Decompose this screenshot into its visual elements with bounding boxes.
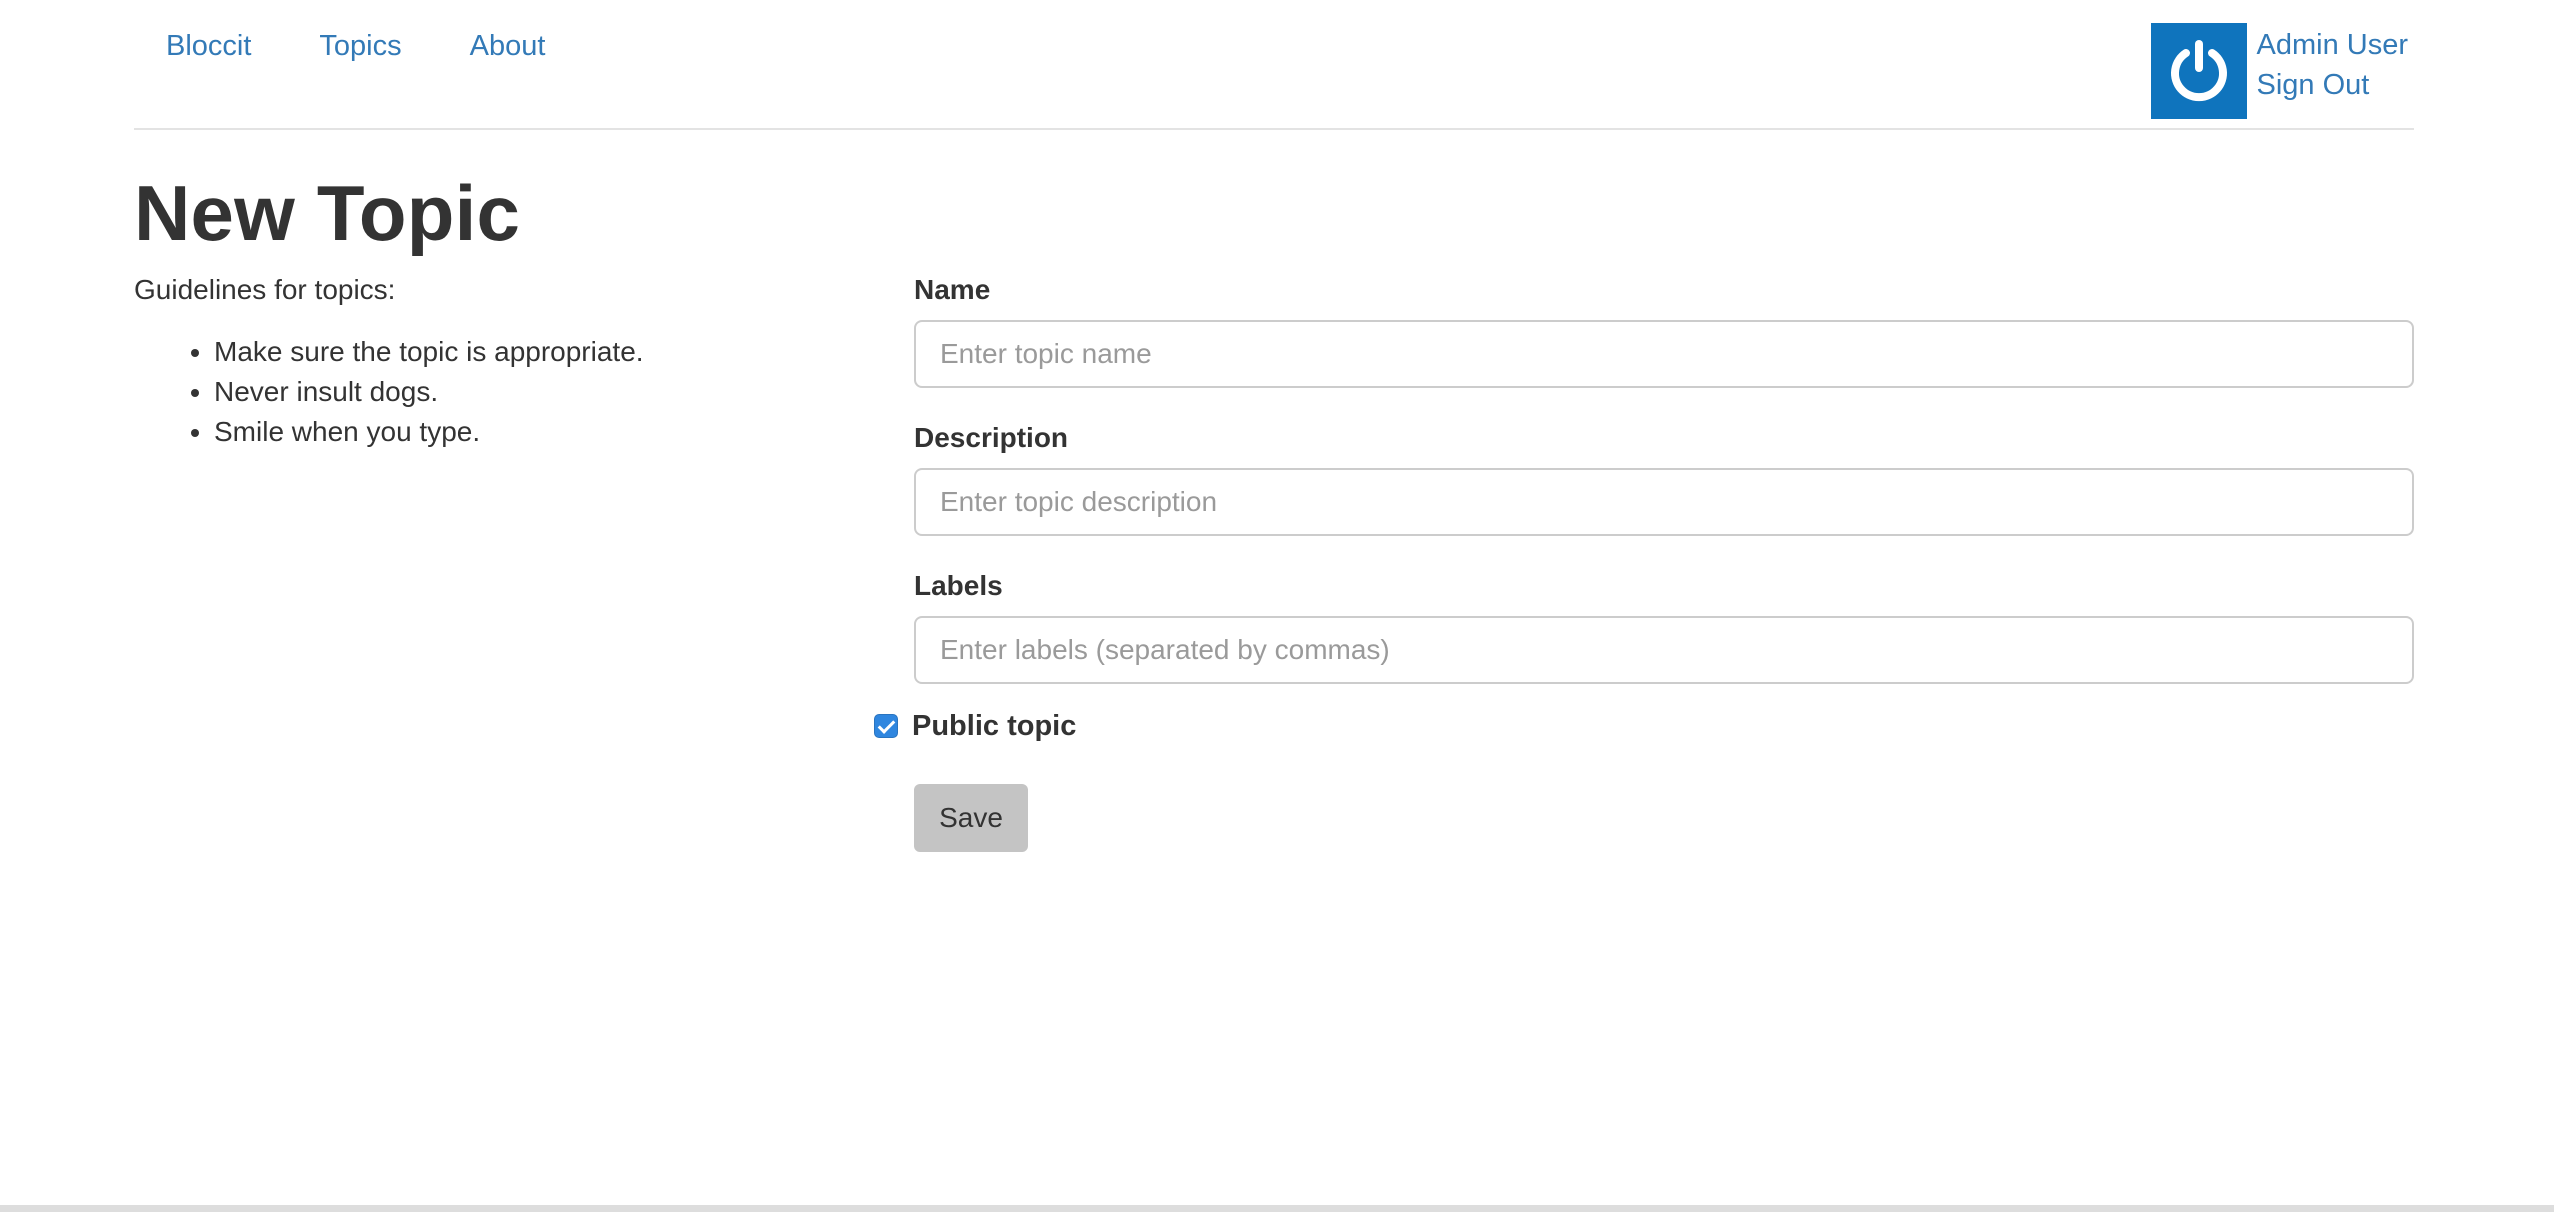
avatar[interactable]	[2150, 23, 2247, 119]
current-user-link[interactable]: Admin User	[2257, 26, 2409, 64]
guideline-item: Make sure the topic is appropriate.	[214, 332, 754, 372]
nav-link-about[interactable]: About	[470, 28, 546, 64]
nav-link-topics[interactable]: Topics	[319, 28, 401, 64]
topic-labels-input[interactable]	[914, 616, 2414, 684]
top-navbar: Bloccit Topics About Admin User Sign Out	[134, 0, 2414, 130]
nav-link-bloccit[interactable]: Bloccit	[166, 28, 251, 64]
description-field-group: Description	[914, 420, 2414, 536]
sign-out-link[interactable]: Sign Out	[2257, 66, 2409, 104]
public-topic-checkbox[interactable]	[874, 714, 898, 738]
labels-label: Labels	[914, 570, 1003, 601]
description-label: Description	[914, 422, 1069, 453]
save-button[interactable]: Save	[914, 784, 1028, 852]
labels-field-group: Labels	[914, 568, 2414, 684]
public-topic-label[interactable]: Public topic	[912, 708, 1076, 744]
main-navigation: Bloccit Topics About	[166, 28, 545, 64]
topic-guidelines: Guidelines for topics: Make sure the top…	[134, 272, 754, 452]
user-links: Admin User Sign Out	[2257, 23, 2409, 104]
guideline-item: Never insult dogs.	[214, 372, 754, 412]
guidelines-list: Make sure the topic is appropriate. Neve…	[134, 332, 754, 452]
bottom-divider	[0, 1205, 2554, 1212]
guideline-item: Smile when you type.	[214, 412, 754, 452]
public-topic-row: Public topic	[874, 708, 1076, 744]
guidelines-intro: Guidelines for topics:	[134, 274, 396, 305]
page-title: New Topic	[134, 169, 521, 257]
user-menu: Admin User Sign Out	[2150, 23, 2409, 119]
topic-name-input[interactable]	[914, 320, 2414, 388]
topic-description-input[interactable]	[914, 468, 2414, 536]
power-icon	[2170, 40, 2227, 102]
name-field-group: Name	[914, 272, 2414, 388]
new-topic-page: Bloccit Topics About Admin User Sign Out…	[0, 0, 2554, 1212]
name-label: Name	[914, 274, 991, 305]
